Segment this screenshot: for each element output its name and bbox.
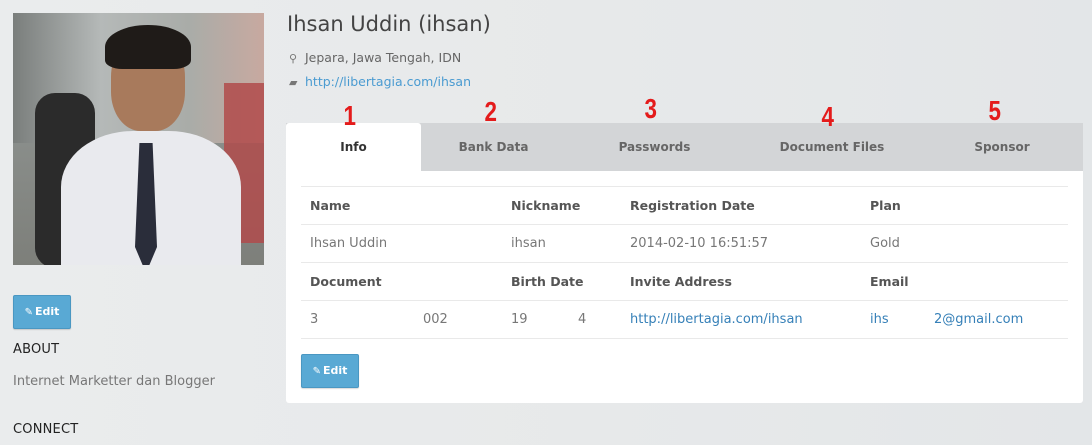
map-marker-icon: ⚲ <box>289 52 298 65</box>
tab-marker-5: 5 <box>988 95 1002 126</box>
edit-info-label: Edit <box>322 364 348 377</box>
value-birth-date-part-b: 4 <box>578 312 587 327</box>
value-email-part-b: 2@gmail.com <box>934 301 1023 338</box>
profile-location-text: Jepara, Jawa Tengah, IDN <box>305 50 462 65</box>
invite-address-link[interactable]: http://libertagia.com/ihsan <box>630 312 803 327</box>
tab-marker-4: 4 <box>821 101 835 132</box>
value-document-part-a: 3 <box>310 312 319 327</box>
header-birth-date: Birth Date <box>511 274 584 289</box>
value-invite-address: http://libertagia.com/ihsan <box>630 301 803 338</box>
tab-marker-1: 1 <box>343 100 357 131</box>
table-row: 3 002 19 4 http://libertagia.com/ihsan i… <box>301 300 1068 339</box>
profile-location: ⚲ Jepara, Jawa Tengah, IDN <box>289 50 461 65</box>
edit-profile-label: Edit <box>34 305 60 318</box>
header-name: Name <box>310 198 351 213</box>
header-invite-address: Invite Address <box>630 274 732 289</box>
photo-person-hair <box>105 25 191 69</box>
tab-marker-3: 3 <box>644 93 658 124</box>
info-table: Name Nickname Registration Date Plan Ihs… <box>301 186 1068 339</box>
edit-profile-button[interactable]: ✎ Edit <box>13 295 71 329</box>
header-email: Email <box>870 274 909 289</box>
about-text: Internet Marketter dan Blogger <box>13 374 215 389</box>
tab-bank-data[interactable]: Bank Data <box>421 123 566 171</box>
table-row: Document Birth Date Invite Address Email <box>301 262 1068 300</box>
value-birth-date-part-a: 19 <box>511 312 528 327</box>
value-plan: Gold <box>870 236 900 251</box>
value-nickname: ihsan <box>511 236 546 251</box>
table-row: Name Nickname Registration Date Plan <box>301 186 1068 224</box>
header-document: Document <box>310 274 382 289</box>
value-document-part-b: 002 <box>423 312 448 327</box>
pencil-square-icon: ✎ <box>312 366 321 377</box>
email-link-part-b[interactable]: 2@gmail.com <box>934 312 1023 327</box>
tab-passwords[interactable]: Passwords <box>566 123 743 171</box>
profile-website: ▰ http://libertagia.com/ihsan <box>289 74 471 89</box>
value-registration-date: 2014-02-10 16:51:57 <box>630 236 769 251</box>
profile-photo <box>13 13 264 265</box>
connect-heading: CONNECT <box>13 422 79 437</box>
about-heading: ABOUT <box>13 342 60 357</box>
header-registration-date: Registration Date <box>630 198 755 213</box>
email-link-part-a[interactable]: ihs <box>870 312 889 327</box>
value-email-part-a: ihs <box>870 301 889 338</box>
header-plan: Plan <box>870 198 901 213</box>
briefcase-icon: ▰ <box>289 76 298 89</box>
value-name: Ihsan Uddin <box>310 236 388 251</box>
edit-info-button[interactable]: ✎ Edit <box>301 354 359 388</box>
tab-marker-2: 2 <box>484 96 498 127</box>
pencil-square-icon: ✎ <box>24 307 33 318</box>
profile-website-link[interactable]: http://libertagia.com/ihsan <box>305 74 471 89</box>
header-nickname: Nickname <box>511 198 581 213</box>
profile-tabs: Info Bank Data Passwords Document Files … <box>286 123 1083 171</box>
tab-sponsor[interactable]: Sponsor <box>921 123 1083 171</box>
table-row: Ihsan Uddin ihsan 2014-02-10 16:51:57 Go… <box>301 224 1068 262</box>
info-panel: Name Nickname Registration Date Plan Ihs… <box>286 171 1083 403</box>
profile-name: Ihsan Uddin (ihsan) <box>287 12 491 36</box>
